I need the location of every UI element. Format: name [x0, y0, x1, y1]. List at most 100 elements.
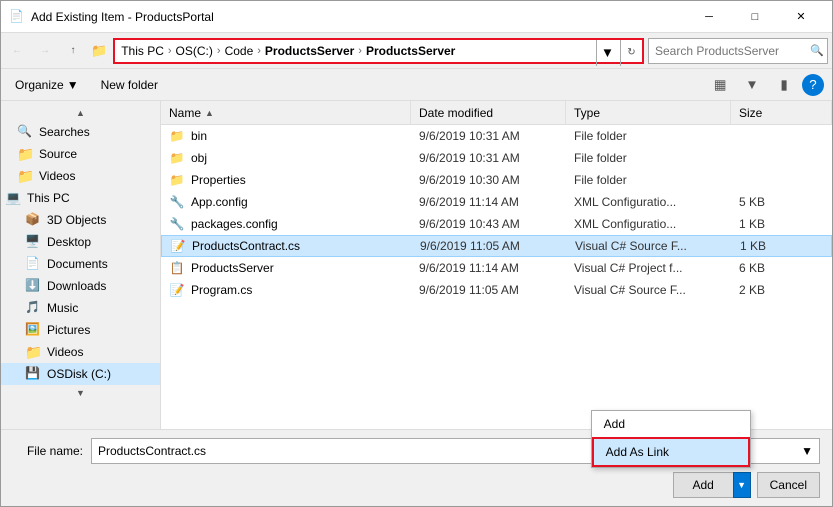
file-icon: 📁 — [169, 172, 185, 188]
music-icon: 🎵 — [25, 300, 41, 316]
file-name: Properties — [191, 173, 246, 187]
buttons-row: Add ▼ Add Add As Link Cancel — [13, 472, 820, 498]
dialog-title: Add Existing Item - ProductsPortal — [31, 10, 686, 24]
table-row[interactable]: 📋 ProductsServer 9/6/2019 11:14 AM Visua… — [161, 257, 832, 279]
sidebar-item-osdisk[interactable]: 💾 OSDisk (C:) — [1, 363, 160, 385]
file-icon: 📝 — [170, 238, 186, 254]
window-controls: ─ □ ✕ — [686, 1, 824, 33]
table-row[interactable]: 📁 bin 9/6/2019 10:31 AM File folder — [161, 125, 832, 147]
sidebar-label-videos: Videos — [39, 169, 75, 183]
folder-nav-icon: 📁 — [91, 43, 107, 59]
close-button[interactable]: ✕ — [778, 1, 824, 33]
filename-input[interactable] — [91, 438, 632, 464]
file-type: File folder — [566, 169, 731, 191]
file-list-header: Name ▲ Date modified Type Size — [161, 101, 832, 125]
sidebar-item-source[interactable]: 📁 Source — [1, 143, 160, 165]
sidebar-item-desktop[interactable]: 🖥️ Desktop — [1, 231, 160, 253]
pictures-icon: 🖼️ — [25, 322, 41, 338]
dialog-icon: 📄 — [9, 9, 25, 25]
toolbar2-right: ▦ ▼ ▮ ? — [706, 73, 824, 97]
up-button[interactable]: ↑ — [61, 39, 85, 63]
column-header-type[interactable]: Type — [566, 101, 731, 124]
column-header-date[interactable]: Date modified — [411, 101, 566, 124]
file-date: 9/6/2019 11:05 AM — [412, 236, 567, 256]
file-icon: 📝 — [169, 282, 185, 298]
sidebar-item-documents[interactable]: 📄 Documents — [1, 253, 160, 275]
add-dropdown-trigger[interactable]: ▼ — [733, 472, 751, 498]
address-refresh-button[interactable]: ↻ — [620, 40, 642, 66]
sidebar-label-osdisk: OSDisk (C:) — [47, 367, 111, 381]
table-row[interactable]: 🔧 App.config 9/6/2019 11:14 AM XML Confi… — [161, 191, 832, 213]
breadcrumb-thispc: This PC — [121, 44, 164, 58]
file-name: ProductsServer — [191, 261, 274, 275]
source-icon: 📁 — [17, 146, 33, 162]
file-type: Visual C# Project f... — [566, 257, 731, 279]
file-type: Visual C# Source F... — [567, 236, 732, 256]
preview-pane-button[interactable]: ▮ — [770, 73, 798, 97]
sidebar-item-videos[interactable]: 📁 Videos — [1, 165, 160, 187]
file-name: ProductsContract.cs — [192, 239, 300, 253]
search-box[interactable]: 🔍 — [648, 38, 828, 64]
column-header-size[interactable]: Size — [731, 101, 832, 124]
file-type: XML Configuratio... — [566, 191, 731, 213]
file-size: 2 KB — [731, 279, 832, 301]
downloads-icon: ⬇️ — [25, 278, 41, 294]
search-icon: 🔍 — [810, 44, 824, 57]
sidebar-item-thispc[interactable]: 💻 This PC — [1, 187, 160, 209]
minimize-button[interactable]: ─ — [686, 1, 732, 33]
address-bar[interactable]: This PC › OS(C:) › Code › ProductsServer… — [113, 38, 644, 64]
file-date: 9/6/2019 10:31 AM — [411, 125, 566, 147]
add-button[interactable]: Add — [673, 472, 733, 498]
table-row[interactable]: 📝 Program.cs 9/6/2019 11:05 AM Visual C#… — [161, 279, 832, 301]
organize-button[interactable]: Organize ▼ — [9, 75, 85, 95]
forward-button[interactable]: → — [33, 39, 57, 63]
cancel-button[interactable]: Cancel — [757, 472, 820, 498]
sidebar: ▲ 🔍 Searches 📁 Source 📁 Videos 💻 This PC… — [1, 101, 161, 429]
file-size: 5 KB — [731, 191, 832, 213]
file-type: Visual C# Source F... — [566, 279, 731, 301]
dropdown-item-add-as-link[interactable]: Add As Link — [592, 437, 750, 467]
new-folder-button[interactable]: New folder — [93, 75, 166, 95]
help-button[interactable]: ? — [802, 74, 824, 96]
view-dropdown-button[interactable]: ▼ — [738, 73, 766, 97]
sidebar-item-music[interactable]: 🎵 Music — [1, 297, 160, 319]
table-row[interactable]: 📁 Properties 9/6/2019 10:30 AM File fold… — [161, 169, 832, 191]
sidebar-item-searches[interactable]: 🔍 Searches — [1, 121, 160, 143]
breadcrumb-osc: OS(C:) — [176, 44, 213, 58]
sidebar-label-pictures: Pictures — [47, 323, 90, 337]
organize-dropdown-icon: ▼ — [67, 78, 79, 92]
table-row[interactable]: 📝 ProductsContract.cs 9/6/2019 11:05 AM … — [161, 235, 832, 257]
view-layout-button[interactable]: ▦ — [706, 73, 734, 97]
sidebar-item-videos2[interactable]: 📁 Videos — [1, 341, 160, 363]
back-button[interactable]: ← — [5, 39, 29, 63]
file-icon: 🔧 — [169, 194, 185, 210]
address-dropdown-button[interactable]: ▼ — [596, 40, 618, 66]
sidebar-scroll-down[interactable]: ▼ — [1, 385, 160, 401]
file-size — [731, 147, 832, 169]
file-icon: 📁 — [169, 128, 185, 144]
maximize-button[interactable]: □ — [732, 1, 778, 33]
sidebar-item-downloads[interactable]: ⬇️ Downloads — [1, 275, 160, 297]
table-row[interactable]: 🔧 packages.config 9/6/2019 10:43 AM XML … — [161, 213, 832, 235]
file-size: 1 KB — [731, 213, 832, 235]
bottom-bar: File name: All Files (*.*) ▼ Add ▼ Add A… — [1, 429, 832, 506]
file-name: packages.config — [191, 217, 278, 231]
thispc-icon: 💻 — [5, 190, 21, 206]
file-type: File folder — [566, 125, 731, 147]
file-date: 9/6/2019 11:14 AM — [411, 257, 566, 279]
file-size — [731, 125, 832, 147]
column-header-name[interactable]: Name ▲ — [161, 101, 411, 124]
sidebar-item-pictures[interactable]: 🖼️ Pictures — [1, 319, 160, 341]
search-input[interactable] — [655, 44, 810, 58]
content-area: ▲ 🔍 Searches 📁 Source 📁 Videos 💻 This PC… — [1, 101, 832, 429]
sidebar-item-3dobjects[interactable]: 📦 3D Objects — [1, 209, 160, 231]
file-name: App.config — [191, 195, 248, 209]
table-row[interactable]: 📁 obj 9/6/2019 10:31 AM File folder — [161, 147, 832, 169]
file-name: bin — [191, 129, 207, 143]
sidebar-label-documents: Documents — [47, 257, 108, 271]
dropdown-item-add[interactable]: Add — [592, 411, 750, 437]
title-bar: 📄 Add Existing Item - ProductsPortal ─ □… — [1, 1, 832, 33]
sidebar-scroll-up[interactable]: ▲ — [1, 105, 160, 121]
filename-label: File name: — [13, 444, 83, 458]
videos2-icon: 📁 — [25, 344, 41, 360]
